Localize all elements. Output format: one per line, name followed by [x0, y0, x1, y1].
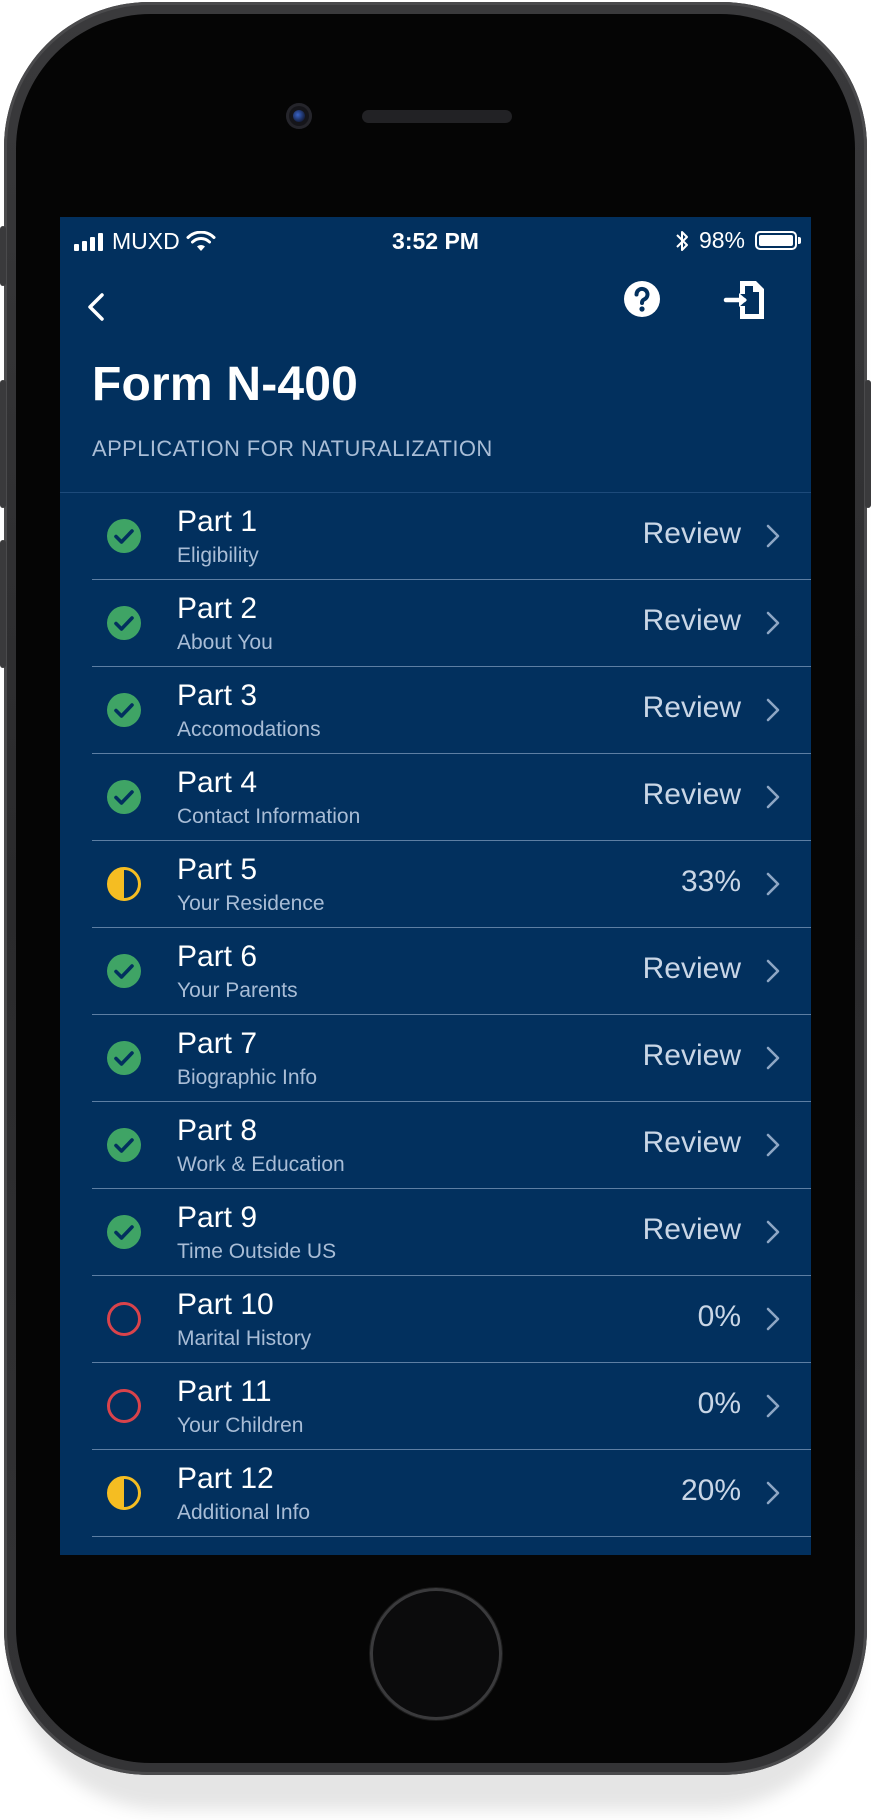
part-title: Part 2	[177, 592, 258, 625]
part-subtitle: Contact Information	[177, 805, 361, 828]
mute-switch	[0, 226, 6, 286]
app-screen: MUXD 3:52 PM 98% Form N-400 APPLICATION …	[60, 217, 811, 1555]
part-subtitle: Eligibility	[177, 544, 259, 567]
part-subtitle: Work & Education	[177, 1153, 345, 1176]
part-status: Review	[642, 1126, 741, 1159]
list-item-part-11[interactable]: Part 11 Your Children 0%	[92, 1363, 811, 1450]
part-title: Part 11	[177, 1375, 272, 1408]
status-right: 98%	[675, 227, 801, 254]
part-status: Review	[642, 517, 741, 550]
part-status: Review	[642, 691, 741, 724]
check-circle-icon	[107, 606, 141, 640]
chevron-right-icon	[766, 1220, 780, 1244]
list-item-part-1[interactable]: Part 1 Eligibility Review	[92, 493, 811, 580]
chevron-right-icon	[766, 1481, 780, 1505]
chevron-right-icon	[766, 524, 780, 548]
check-circle-icon	[107, 954, 141, 988]
help-button[interactable]	[622, 279, 662, 319]
part-title: Part 1	[177, 505, 258, 538]
battery-icon	[755, 231, 801, 250]
check-circle-icon	[107, 1041, 141, 1075]
status-bar: MUXD 3:52 PM 98%	[60, 217, 811, 267]
chevron-right-icon	[766, 1133, 780, 1157]
question-circle-icon	[624, 281, 660, 317]
part-title: Part 4	[177, 766, 258, 799]
chevron-left-icon	[88, 293, 104, 321]
part-title: Part 8	[177, 1114, 258, 1147]
part-title: Part 7	[177, 1027, 258, 1060]
list-item-part-7[interactable]: Part 7 Biographic Info Review	[92, 1015, 811, 1102]
part-status: Review	[642, 1213, 741, 1246]
list-item-part-10[interactable]: Part 10 Marital History 0%	[92, 1276, 811, 1363]
list-item-part-6[interactable]: Part 6 Your Parents Review	[92, 928, 811, 1015]
bluetooth-icon	[676, 230, 688, 251]
part-subtitle: Time Outside US	[177, 1240, 337, 1263]
part-subtitle: Accomodations	[177, 718, 321, 741]
part-title: Part 9	[177, 1201, 258, 1234]
check-circle-icon	[107, 693, 141, 727]
list-item-part-9[interactable]: Part 9 Time Outside US Review	[92, 1189, 811, 1276]
chevron-right-icon	[766, 1394, 780, 1418]
part-status: 0%	[697, 1300, 741, 1333]
part-title: Part 10	[177, 1288, 274, 1321]
chevron-right-icon	[766, 872, 780, 896]
save-exit-button[interactable]	[722, 275, 772, 325]
part-subtitle: Marital History	[177, 1327, 312, 1350]
part-status: Review	[642, 1039, 741, 1072]
page-subtitle: APPLICATION FOR NATURALIZATION	[92, 436, 493, 461]
list-item-part-12[interactable]: Part 12 Additional Info 20%	[92, 1450, 811, 1537]
chevron-right-icon	[766, 1307, 780, 1331]
part-status: Review	[642, 952, 741, 985]
list-item-part-5[interactable]: Part 5 Your Residence 33%	[92, 841, 811, 928]
list-item-part-3[interactable]: Part 3 Accomodations Review	[92, 667, 811, 754]
check-circle-icon	[107, 780, 141, 814]
battery-percent: 98%	[698, 227, 745, 253]
chevron-right-icon	[766, 959, 780, 983]
parts-list: Part 1 Eligibility Review Part 2 About Y…	[92, 493, 811, 1537]
check-circle-icon	[107, 1215, 141, 1249]
part-status: 33%	[680, 865, 741, 898]
check-circle-icon	[107, 1128, 141, 1162]
half-circle-icon	[107, 867, 141, 901]
chevron-right-icon	[766, 611, 780, 635]
part-title: Part 3	[177, 679, 258, 712]
list-item-part-8[interactable]: Part 8 Work & Education Review	[92, 1102, 811, 1189]
back-button[interactable]	[80, 279, 120, 335]
power-button	[865, 380, 871, 508]
part-subtitle: Your Residence	[177, 892, 325, 915]
list-item-part-4[interactable]: Part 4 Contact Information Review	[92, 754, 811, 841]
chevron-right-icon	[766, 698, 780, 722]
page-title: Form N-400	[92, 358, 359, 411]
home-button[interactable]	[370, 1588, 502, 1720]
earpiece-speaker	[362, 110, 512, 123]
volume-down-button	[0, 540, 6, 668]
part-subtitle: Additional Info	[177, 1501, 311, 1524]
volume-up-button	[0, 380, 6, 508]
front-camera	[286, 103, 312, 129]
empty-circle-icon	[107, 1389, 141, 1423]
list-item-part-2[interactable]: Part 2 About You Review	[92, 580, 811, 667]
part-subtitle: Your Children	[177, 1414, 304, 1437]
nav-bar	[60, 267, 811, 347]
part-subtitle: Your Parents	[177, 979, 298, 1002]
part-status: 20%	[680, 1474, 741, 1507]
part-subtitle: Biographic Info	[177, 1066, 318, 1089]
chevron-right-icon	[766, 785, 780, 809]
part-subtitle: About You	[177, 631, 273, 654]
part-title: Part 6	[177, 940, 258, 973]
half-circle-icon	[107, 1476, 141, 1510]
part-title: Part 5	[177, 853, 258, 886]
part-status: 0%	[697, 1387, 741, 1420]
check-circle-icon	[107, 519, 141, 553]
document-exit-icon	[723, 281, 764, 319]
part-title: Part 12	[177, 1462, 274, 1495]
chevron-right-icon	[766, 1046, 780, 1070]
empty-circle-icon	[107, 1302, 141, 1336]
part-status: Review	[642, 778, 741, 811]
part-status: Review	[642, 604, 741, 637]
